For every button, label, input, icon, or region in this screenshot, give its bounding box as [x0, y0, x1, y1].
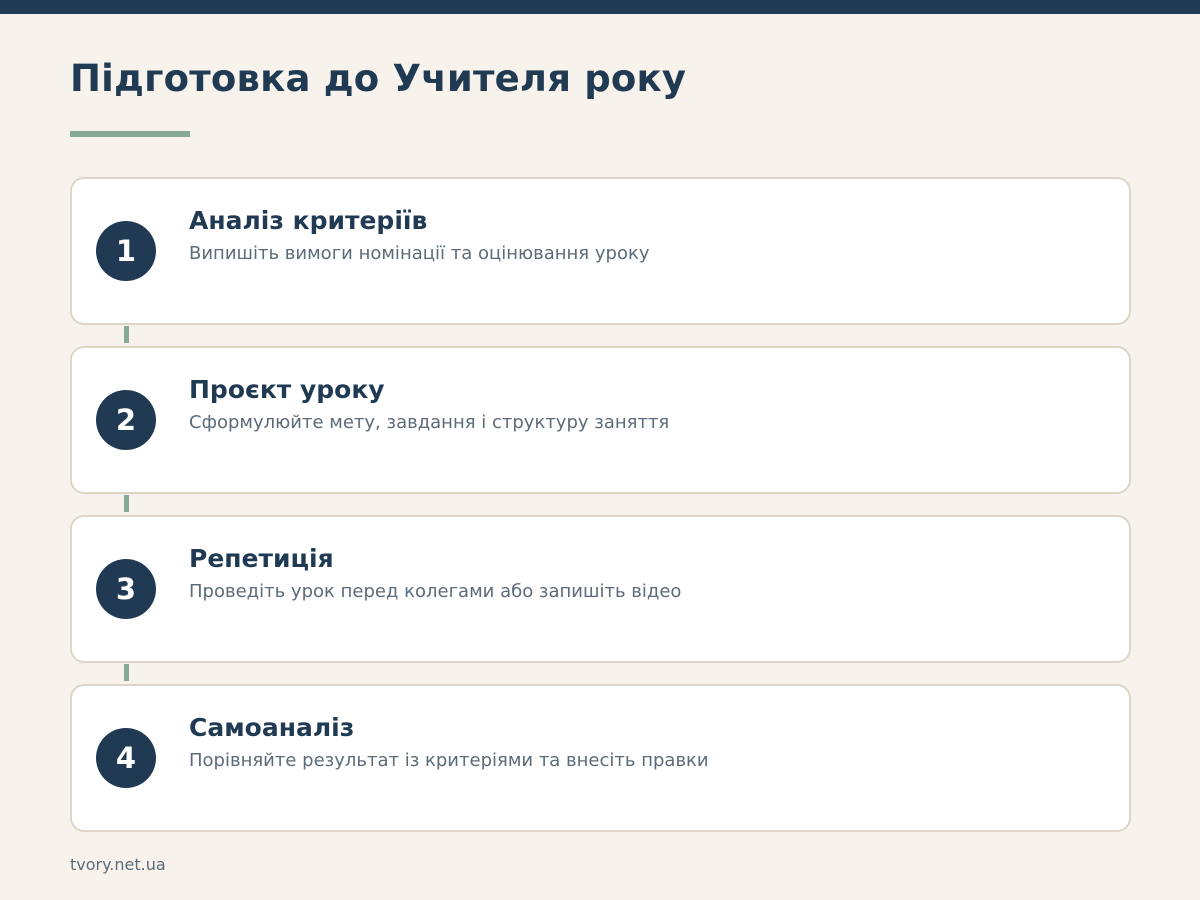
step-card-1: 1 Аналіз критеріїв Випишіть вимоги номін…: [70, 177, 1131, 325]
step-number-badge: 1: [96, 221, 156, 281]
step-number-badge: 2: [96, 390, 156, 450]
step-description: Порівняйте результат із критеріями та вн…: [189, 750, 709, 771]
step-title: Самоаналіз: [189, 713, 355, 742]
step-card-2: 2 Проєкт уроку Сформулюйте мету, завданн…: [70, 346, 1131, 494]
step-card-4: 4 Самоаналіз Порівняйте результат із кри…: [70, 684, 1131, 832]
step-description: Проведіть урок перед колегами або запиші…: [189, 581, 682, 602]
step-description: Випишіть вимоги номінації та оцінювання …: [189, 243, 650, 264]
page-title: Підготовка до Учителя року: [70, 57, 687, 100]
step-description: Сформулюйте мету, завдання і структуру з…: [189, 412, 670, 433]
title-accent-line: [70, 131, 190, 137]
footer-source: tvory.net.ua: [70, 855, 166, 874]
step-number-badge: 4: [96, 728, 156, 788]
top-bar: [0, 0, 1200, 14]
step-title: Аналіз критеріїв: [189, 206, 428, 235]
step-title: Репетиція: [189, 544, 334, 573]
step-card-3: 3 Репетиція Проведіть урок перед колегам…: [70, 515, 1131, 663]
step-connector: [124, 495, 129, 512]
step-number-badge: 3: [96, 559, 156, 619]
step-connector: [124, 326, 129, 343]
step-connector: [124, 664, 129, 681]
step-title: Проєкт уроку: [189, 375, 385, 404]
